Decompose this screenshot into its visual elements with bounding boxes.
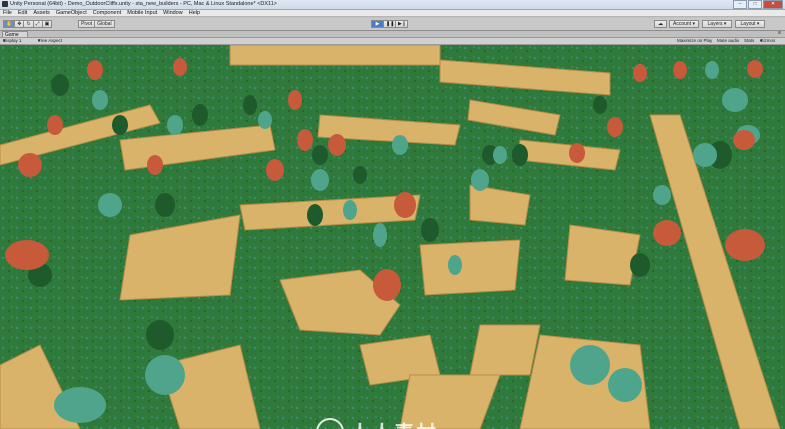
game-tab-bar: Game ≡ [0, 30, 785, 38]
menu-help[interactable]: Help [189, 10, 200, 16]
layout-dropdown[interactable]: Layout ▾ [735, 20, 765, 28]
right-controls: ☁ Account ▾ Layers ▾ Layout ▾ [654, 20, 765, 28]
cloud-button[interactable]: ☁ [654, 20, 667, 28]
aspect-dropdown[interactable]: Free Aspect ▾ [38, 38, 62, 44]
cloud-icon: ☁ [658, 21, 663, 27]
global-label: Global [97, 21, 112, 27]
scale-icon: ⤢ [35, 21, 40, 27]
move-icon: ✥ [17, 21, 22, 27]
hand-icon: ✋ [6, 21, 13, 27]
watermark-logo-icon [316, 417, 344, 429]
account-label: Account [673, 21, 692, 27]
menu-mobile-input[interactable]: Mobile Input [127, 10, 157, 16]
mute-label: Mute audio [717, 38, 740, 43]
tab-game[interactable]: Game [2, 31, 28, 38]
maximize-label: Maximize on Play [677, 38, 713, 43]
menu-assets[interactable]: Assets [33, 10, 50, 16]
maximize-button[interactable]: □ [748, 0, 762, 9]
unity-logo-icon [2, 1, 8, 7]
window-titlebar: Unity Personal (64bit) - Demo_OutdoorCli… [0, 0, 785, 10]
rotate-icon: ↻ [26, 21, 31, 27]
minimize-button[interactable]: – [733, 0, 747, 9]
display-label: Display 1 [3, 38, 22, 43]
rect-tool-button[interactable]: ▣ [41, 20, 53, 28]
menu-edit[interactable]: Edit [18, 10, 27, 16]
menu-component[interactable]: Component [93, 10, 121, 16]
aspect-label: Free Aspect [38, 38, 63, 43]
close-button[interactable]: ✕ [763, 0, 783, 9]
menu-gameobject[interactable]: GameObject [56, 10, 87, 16]
layout-label: Layout [740, 21, 756, 27]
menu-window[interactable]: Window [163, 10, 183, 16]
game-view-options: Display 1 ▾ Free Aspect ▾ Maximize on Pl… [0, 38, 785, 45]
account-dropdown[interactable]: Account ▾ [669, 20, 699, 28]
gizmos-dropdown[interactable]: Gizmos ▾ [760, 38, 775, 44]
play-icon: ▶ [375, 21, 380, 27]
pause-icon: ❚❚ [386, 21, 395, 27]
menu-bar: File Edit Assets GameObject Component Mo… [0, 10, 785, 17]
pivot-label: Pivot [81, 21, 93, 27]
pivot-controls: Pivot Global [78, 20, 115, 28]
display-dropdown[interactable]: Display 1 ▾ [3, 38, 22, 44]
watermark-text: 人人素材 [350, 417, 438, 429]
layers-label: Layers [707, 21, 723, 27]
stats-label: Stats [744, 38, 755, 43]
main-toolbar: ✋ ✥ ↻ ⤢ ▣ Pivot Global ▶ ❚❚ ▶❙ ☁ Account… [0, 18, 785, 31]
play-controls: ▶ ❚❚ ▶❙ [371, 20, 408, 28]
layers-dropdown[interactable]: Layers ▾ [702, 20, 732, 28]
transform-tools: ✋ ✥ ↻ ⤢ ▣ [3, 20, 53, 28]
step-icon: ▶❙ [398, 21, 407, 27]
menu-file[interactable]: File [3, 10, 12, 16]
gizmos-label: Gizmos [760, 38, 776, 43]
rect-icon: ▣ [44, 21, 50, 27]
window-controls: – □ ✕ [733, 0, 783, 9]
tab-menu-icon[interactable]: ≡ [778, 30, 781, 36]
pivot-toggle[interactable]: Pivot [78, 20, 96, 28]
window-title: Unity Personal (64bit) - Demo_OutdoorCli… [10, 1, 277, 7]
watermark: 人人素材 [316, 417, 438, 429]
step-button[interactable]: ▶❙ [395, 20, 408, 28]
global-toggle[interactable]: Global [94, 20, 115, 28]
scene-render [0, 45, 785, 429]
game-viewport[interactable]: 人人素材 [0, 45, 785, 429]
